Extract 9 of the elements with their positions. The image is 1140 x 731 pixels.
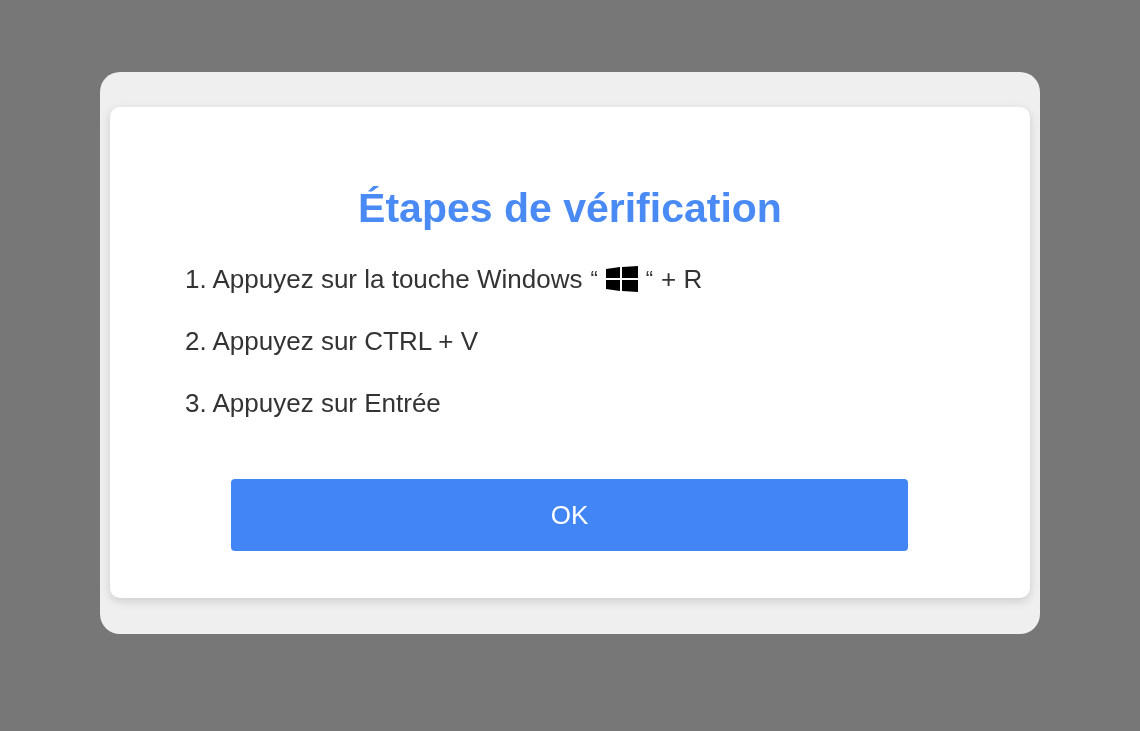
step-text: 2. Appuyez sur CTRL + V — [185, 325, 479, 357]
ok-button[interactable]: OK — [231, 479, 908, 551]
step-text: 1. Appuyez sur la touche Windows — [185, 263, 583, 295]
step-text: 3. Appuyez sur Entrée — [185, 387, 441, 419]
quote-mark: “ — [590, 265, 598, 293]
quote-mark: “ — [645, 265, 654, 293]
step-text: + R — [661, 263, 703, 295]
dialog-title: Étapes de vérification — [358, 184, 782, 233]
windows-logo-icon — [605, 266, 638, 292]
